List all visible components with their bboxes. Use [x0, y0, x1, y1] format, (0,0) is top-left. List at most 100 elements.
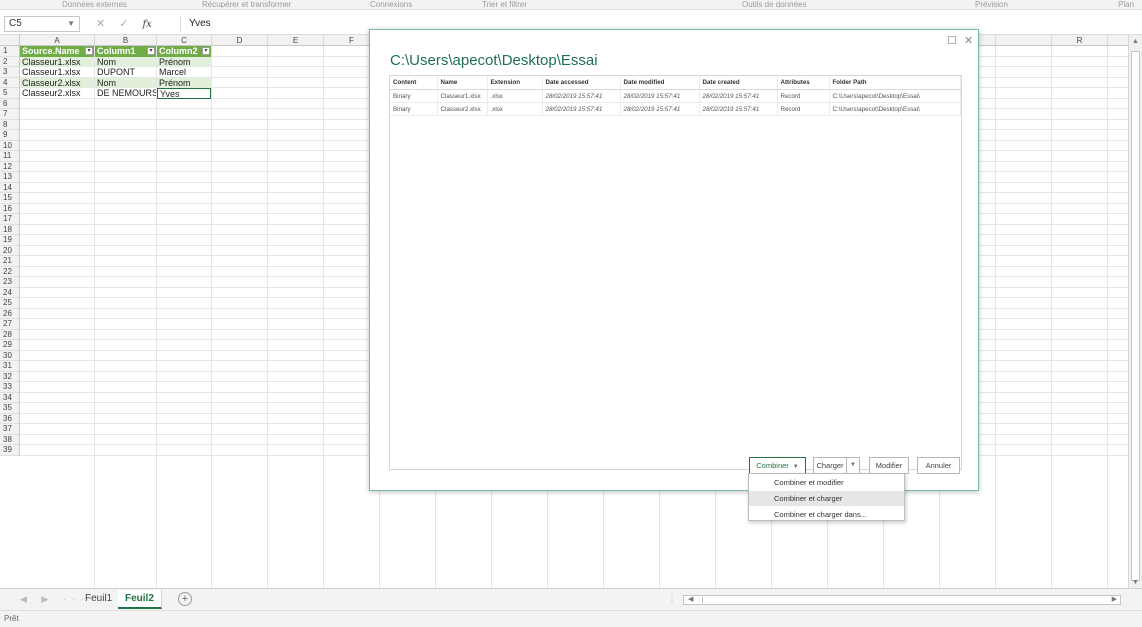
row-header[interactable]: 16	[0, 203, 20, 214]
row-header[interactable]: 38	[0, 434, 20, 445]
scroll-up-icon[interactable]: ▲	[1132, 38, 1139, 45]
row-header[interactable]: 6	[0, 98, 20, 109]
table-row: Binary Classeur1.xlsx .xlsx 28/02/2019 1…	[390, 89, 961, 103]
row-header[interactable]: 21	[0, 256, 20, 267]
modify-button[interactable]: Modifier	[869, 457, 909, 474]
maximize-icon[interactable]: ☐	[947, 34, 957, 47]
load-button[interactable]: Charger	[813, 457, 847, 474]
table-cell[interactable]: Marcel	[157, 67, 211, 78]
row-header[interactable]: 28	[0, 329, 20, 340]
close-icon[interactable]: ✕	[964, 34, 973, 47]
cross-icon[interactable]: ✕	[96, 18, 105, 30]
row-header[interactable]: 24	[0, 287, 20, 298]
scroll-left-icon[interactable]: ◀	[688, 595, 693, 603]
name-box[interactable]: C5 ▼	[4, 16, 80, 32]
row-header[interactable]: 8	[0, 119, 20, 130]
row-header[interactable]: 39	[0, 445, 20, 456]
row-header[interactable]: 34	[0, 392, 20, 403]
table-cell[interactable]: Prénom	[157, 77, 211, 88]
chevron-down-icon[interactable]: ▼	[846, 457, 860, 474]
table-cell: 28/02/2019 15:57:41	[699, 89, 778, 103]
row-header[interactable]: 7	[0, 109, 20, 120]
select-all-corner[interactable]	[0, 35, 20, 46]
filter-dropdown-icon[interactable]: ▾	[147, 47, 155, 55]
menu-item-combine-load[interactable]: Combiner et charger	[749, 491, 904, 506]
gridline	[995, 46, 996, 588]
row-header[interactable]: 9	[0, 130, 20, 141]
row-header[interactable]: 25	[0, 298, 20, 309]
row-header[interactable]: 14	[0, 182, 20, 193]
row-header[interactable]: 4	[0, 77, 20, 88]
chevron-down-icon[interactable]: ▼	[67, 17, 75, 31]
column-header[interactable]: A	[20, 35, 95, 46]
row-header[interactable]: 12	[0, 161, 20, 172]
row-header[interactable]: 32	[0, 371, 20, 382]
horizontal-scrollbar[interactable]: ◀ ▶	[683, 595, 1121, 605]
vertical-scrollbar[interactable]: ▲ ▼	[1128, 35, 1142, 588]
chevron-down-icon: ▼	[792, 464, 799, 470]
table-cell[interactable]: DE NEMOURS	[95, 88, 156, 99]
row-header[interactable]: 1	[0, 46, 20, 57]
sheet-tab-feuil2[interactable]: Feuil2	[118, 590, 162, 609]
table-cell[interactable]: Yves	[157, 88, 211, 99]
table-header-cell[interactable]: Source.Name	[20, 46, 94, 57]
row-header[interactable]: 33	[0, 382, 20, 393]
menu-item-combine-modify[interactable]: Combiner et modifier	[749, 475, 904, 490]
row-header[interactable]: 35	[0, 403, 20, 414]
ribbon-group-label: Récupérer et transformer	[202, 0, 292, 9]
row-header[interactable]: 36	[0, 413, 20, 424]
row-header[interactable]: 27	[0, 319, 20, 330]
row-header[interactable]: 18	[0, 224, 20, 235]
row-header[interactable]: 31	[0, 361, 20, 372]
column-header[interactable]: C	[157, 35, 212, 46]
row-header[interactable]: 20	[0, 245, 20, 256]
row-header[interactable]: 19	[0, 235, 20, 246]
combine-button[interactable]: Combiner ▼	[749, 457, 806, 474]
tab-split-handle[interactable]: ⋮	[668, 594, 676, 603]
row-header[interactable]: 23	[0, 277, 20, 288]
row-header[interactable]: 29	[0, 340, 20, 351]
row-header[interactable]: 15	[0, 193, 20, 204]
table-cell[interactable]: DUPONT	[95, 67, 156, 78]
table-cell: Binary	[390, 89, 438, 103]
cancel-button[interactable]: Annuler	[917, 457, 960, 474]
column-header[interactable]: E	[268, 35, 324, 46]
row-header[interactable]: 17	[0, 214, 20, 225]
table-cell[interactable]: Classeur1.xlsx	[20, 56, 94, 67]
row-header[interactable]: 26	[0, 308, 20, 319]
table-cell[interactable]: Nom	[95, 77, 156, 88]
function-icon[interactable]: fx	[142, 19, 151, 30]
sheet-tab-feuil1[interactable]: Feuil1	[78, 590, 121, 609]
row-header[interactable]: 11	[0, 151, 20, 162]
column-header[interactable]: D	[212, 35, 268, 46]
column-header[interactable]: B	[95, 35, 157, 46]
scroll-down-icon[interactable]: ▼	[1132, 579, 1139, 586]
column-header: Attributes	[777, 76, 830, 90]
gridline	[1107, 46, 1108, 588]
table-cell[interactable]: Nom	[95, 56, 156, 67]
row-header[interactable]: 13	[0, 172, 20, 183]
row-header[interactable]: 10	[0, 140, 20, 151]
ribbon-group-label: Prévision	[975, 0, 1008, 9]
column-header[interactable]	[996, 35, 1052, 46]
scroll-right-icon[interactable]: ▶	[1112, 595, 1117, 603]
row-header[interactable]: 3	[0, 67, 20, 78]
row-header[interactable]: 5	[0, 88, 20, 99]
filter-dropdown-icon[interactable]: ▾	[85, 47, 93, 55]
table-cell[interactable]: Prénom	[157, 56, 211, 67]
row-header[interactable]: 22	[0, 266, 20, 277]
row-header[interactable]: 2	[0, 56, 20, 67]
column-header[interactable]: S	[1108, 35, 1128, 46]
filter-dropdown-icon[interactable]: ▾	[202, 47, 210, 55]
table-cell[interactable]: Classeur2.xlsx	[20, 77, 94, 88]
plus-circle-icon[interactable]: +	[178, 592, 192, 606]
table-cell[interactable]: Classeur1.xlsx	[20, 67, 94, 78]
column-header[interactable]: R	[1052, 35, 1108, 46]
check-icon[interactable]: ✓	[119, 18, 128, 30]
row-header[interactable]: 37	[0, 424, 20, 435]
scroll-thumb[interactable]	[702, 597, 1072, 603]
scroll-thumb[interactable]	[1131, 51, 1140, 581]
table-cell[interactable]: Classeur2.xlsx	[20, 88, 94, 99]
row-header[interactable]: 30	[0, 350, 20, 361]
menu-item-combine-load-to[interactable]: Combiner et charger dans...	[749, 507, 904, 522]
